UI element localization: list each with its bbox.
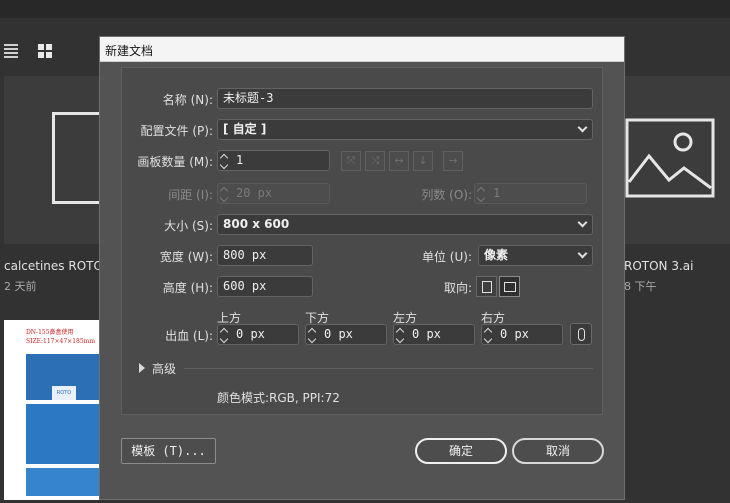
units-select[interactable]: 像素 — [478, 245, 593, 266]
height-label: 高度 (H): — [162, 281, 213, 295]
thumbnail-logo: ROTO — [52, 386, 76, 400]
height-input[interactable]: 600 px — [217, 276, 313, 297]
thumbnail-panel — [26, 404, 100, 464]
spacing-value: 20 px — [236, 186, 273, 200]
stepper-arrows-icon[interactable] — [220, 326, 230, 343]
chevron-down-icon — [577, 217, 588, 228]
stepper-arrows-icon[interactable] — [220, 185, 230, 202]
arrange-by-column-icon[interactable]: ↓ — [413, 151, 433, 171]
profile-select[interactable]: [ 自定 ] — [217, 119, 593, 140]
image-placeholder-icon — [625, 118, 715, 198]
bleed-label: 出血 (L): — [165, 329, 213, 343]
grid-by-row-icon[interactable]: ⤧ — [341, 151, 361, 171]
templates-button[interactable]: 模板 (T)... — [121, 438, 216, 464]
arrange-by-row-icon[interactable]: ↔ — [389, 151, 409, 171]
size-label: 大小 (S): — [164, 219, 213, 233]
profile-value: [ 自定 ] — [223, 122, 267, 136]
stepper-arrows-icon[interactable] — [477, 185, 487, 202]
bleed-right-stepper[interactable]: 0 px — [481, 324, 563, 345]
app-top-bar — [0, 0, 730, 18]
color-mode-info: 颜色模式:RGB, PPI:72 — [217, 391, 340, 405]
width-input[interactable]: 800 px — [217, 245, 313, 266]
name-label: 名称 (N): — [162, 93, 213, 107]
new-document-dialog: 新建文档 名称 (N): 未标题-3 配置文件 (P): [ 自定 ] 画板数量… — [99, 36, 625, 500]
chevron-down-icon — [577, 122, 588, 133]
right-to-left-layout-icon[interactable]: → — [443, 151, 463, 171]
bleed-bottom-value: 0 px — [324, 327, 353, 341]
columns-stepper[interactable]: 1 — [474, 183, 587, 204]
recent-file-2-title: ROTON 3.ai — [624, 259, 694, 273]
profile-label: 配置文件 (P): — [140, 124, 213, 138]
units-label: 单位 (U): — [421, 250, 472, 264]
stepper-arrows-icon[interactable] — [220, 152, 230, 169]
artboards-stepper[interactable]: 1 — [217, 150, 330, 171]
grid-by-column-icon[interactable]: ⤨ — [365, 151, 385, 171]
recent-file-1-title: calcetines ROTO — [4, 259, 103, 273]
size-value: 800 x 600 — [223, 217, 290, 231]
bleed-left-stepper[interactable]: 0 px — [393, 324, 475, 345]
recent-file-thumbnail-3[interactable]: DN-155鼻盒使用 SIZE:117×47×185mm ROTO — [4, 320, 100, 500]
dialog-titlebar[interactable]: 新建文档 — [100, 37, 624, 62]
bleed-right-value: 0 px — [500, 327, 529, 341]
link-bleed-icon[interactable] — [570, 323, 592, 345]
columns-label: 列数 (O): — [421, 188, 472, 202]
thumbnail-panel — [26, 468, 100, 496]
units-value: 像素 — [484, 248, 509, 262]
recent-file-tile-2[interactable] — [624, 76, 730, 244]
grid-view-icon[interactable] — [38, 44, 52, 58]
dialog-settings-panel: 名称 (N): 未标题-3 配置文件 (P): [ 自定 ] 画板数量 (M):… — [121, 67, 603, 415]
bleed-top-stepper[interactable]: 0 px — [217, 324, 299, 345]
portrait-orientation-icon[interactable] — [476, 276, 497, 297]
cancel-button[interactable]: 取消 — [512, 438, 604, 464]
width-label: 宽度 (W): — [159, 250, 213, 264]
landscape-orientation-icon[interactable] — [499, 276, 520, 297]
list-view-icon[interactable] — [4, 44, 18, 58]
chevron-down-icon — [577, 248, 588, 259]
expand-triangle-icon[interactable] — [139, 363, 145, 373]
name-input[interactable]: 未标题-3 — [217, 88, 593, 109]
advanced-toggle[interactable]: 高级 — [152, 360, 176, 377]
bleed-bottom-stepper[interactable]: 0 px — [305, 324, 387, 345]
bleed-top-value: 0 px — [236, 327, 265, 341]
ok-button[interactable]: 确定 — [415, 438, 507, 464]
artboards-value: 1 — [236, 153, 244, 167]
thumbnail-text: DN-155鼻盒使用 SIZE:117×47×185mm — [26, 329, 96, 345]
dialog-title: 新建文档 — [105, 44, 154, 58]
stepper-arrows-icon[interactable] — [396, 326, 406, 343]
recent-file-2-time: 8 下午 — [624, 280, 657, 293]
artboards-label: 画板数量 (M): — [137, 155, 213, 169]
stepper-arrows-icon[interactable] — [484, 326, 494, 343]
advanced-divider — [184, 368, 593, 369]
size-select[interactable]: 800 x 600 — [217, 214, 593, 235]
bleed-left-value: 0 px — [412, 327, 441, 341]
recent-file-1-time: 2 天前 — [4, 280, 37, 293]
spacing-label: 间距 (I): — [168, 188, 213, 202]
spacing-stepper[interactable]: 20 px — [217, 183, 330, 204]
orientation-label: 取向: — [443, 281, 472, 295]
recent-file-tile-1[interactable] — [4, 76, 112, 244]
columns-value: 1 — [493, 186, 501, 200]
stepper-arrows-icon[interactable] — [308, 326, 318, 343]
